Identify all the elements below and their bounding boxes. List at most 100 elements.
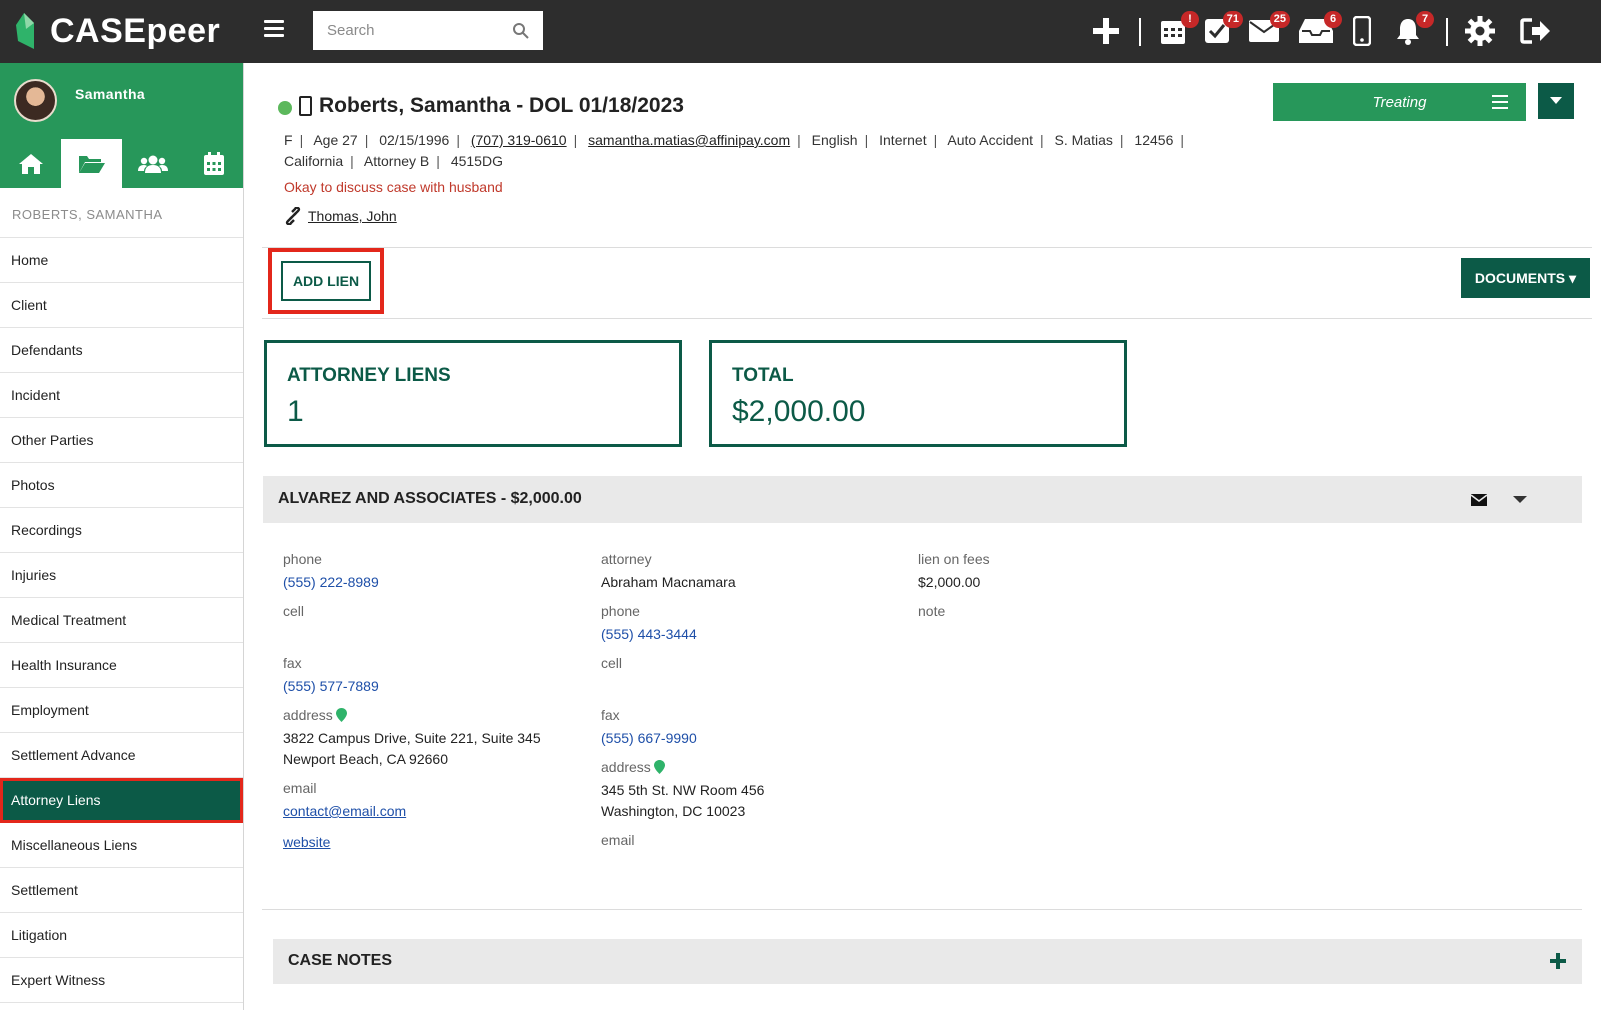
sidebar-item-litigation[interactable]: Litigation: [0, 913, 243, 958]
inbox-badge: 6: [1324, 11, 1342, 28]
firm-cell-label: cell: [283, 603, 305, 619]
total-label: TOTAL: [732, 365, 794, 386]
divider: [262, 247, 1592, 248]
meta-phone-link[interactable]: (707) 319-0610: [471, 132, 567, 148]
documents-button[interactable]: DOCUMENTS ▾: [1461, 258, 1590, 298]
attorney-liens-count: 1: [287, 395, 304, 428]
attorney-address-line2: Washington, DC 10023: [601, 803, 746, 819]
sidebar-item-settlement-advance[interactable]: Settlement Advance: [0, 733, 243, 778]
app-logo[interactable]: CASEpeer: [14, 8, 220, 54]
menu-icon[interactable]: [264, 20, 284, 38]
bell-icon[interactable]: 7: [1390, 11, 1434, 49]
messages-icon[interactable]: 25: [1246, 11, 1290, 49]
sidebar-item-recordings[interactable]: Recordings: [0, 508, 243, 553]
sidebar-item-medical-treatment[interactable]: Medical Treatment: [0, 598, 243, 643]
users-icon: [137, 155, 168, 173]
meta-attorney: Attorney B: [363, 153, 430, 169]
meta-age: Age 27: [313, 132, 358, 148]
sidebar-item-injuries[interactable]: Injuries: [0, 553, 243, 598]
page-title: Roberts, Samantha - DOL 01/18/2023: [319, 94, 684, 117]
sidebar-item-photos[interactable]: Photos: [0, 463, 243, 508]
messages-badge: 25: [1269, 11, 1290, 28]
sidebar-item-attorney-liens[interactable]: Attorney Liens: [0, 778, 243, 823]
sidebar-item-expert-witness[interactable]: Expert Witness: [0, 958, 243, 1003]
toolbar-divider: [1139, 18, 1141, 46]
sidebar-item-other-parties[interactable]: Other Parties: [0, 418, 243, 463]
caret-down-icon[interactable]: [1513, 496, 1527, 504]
case-alert-note: Okay to discuss case with husband: [284, 179, 503, 195]
tab-contacts[interactable]: [122, 139, 183, 188]
attorney-label: attorney: [601, 551, 652, 567]
lien-fee-details: lien on fees $2,000.00 note: [918, 551, 1218, 624]
gear-icon[interactable]: [1462, 13, 1498, 49]
tab-case-files[interactable]: [61, 139, 122, 188]
case-notes-header[interactable]: CASE NOTES: [273, 939, 1582, 984]
attorney-liens-label: ATTORNEY LIENS: [287, 365, 451, 386]
sidebar-item-miscellaneous-liens[interactable]: Miscellaneous Liens: [0, 823, 243, 868]
lien-header[interactable]: ALVAREZ AND ASSOCIATES - $2,000.00: [263, 476, 1582, 523]
sidebar-nav: Home Client Defendants Incident Other Pa…: [0, 238, 243, 1003]
envelope-icon[interactable]: [1471, 494, 1487, 506]
firm-fax-link[interactable]: (555) 577-7889: [283, 678, 379, 694]
total-value: $2,000.00: [732, 395, 866, 428]
map-marker-icon[interactable]: [653, 760, 665, 774]
sidebar-item-defendants[interactable]: Defendants: [0, 328, 243, 373]
tab-home[interactable]: [0, 139, 61, 188]
case-notes-title: CASE NOTES: [288, 952, 393, 969]
meta-case-type: Auto Accident: [947, 132, 1033, 148]
sidebar-tabs: [0, 139, 244, 188]
sidebar-item-health-insurance[interactable]: Health Insurance: [0, 643, 243, 688]
divider: [262, 909, 1582, 910]
tab-calendar[interactable]: [183, 139, 244, 188]
attorney-email-label: email: [601, 832, 635, 848]
sidebar-case-name: ROBERTS, SAMANTHA: [0, 188, 243, 238]
related-contact-link[interactable]: Thomas, John: [308, 208, 397, 224]
add-icon[interactable]: [1088, 13, 1124, 49]
mobile-icon: [299, 96, 312, 116]
avatar[interactable]: [14, 79, 57, 122]
attorney-name: Abraham Macnamara: [601, 574, 736, 590]
client-meta: F | Age 27 | 02/15/1996 | (707) 319-0610 | s…: [284, 132, 1184, 169]
firm-website-link[interactable]: website: [283, 834, 330, 850]
calendar-icon: [203, 151, 224, 175]
search-input[interactable]: [313, 11, 543, 50]
mobile-icon[interactable]: [1344, 13, 1380, 49]
calendar-icon[interactable]: !: [1155, 11, 1199, 49]
notifications-badge: 7: [1416, 11, 1434, 28]
list-icon: [1492, 95, 1508, 113]
lien-on-fees-value: $2,000.00: [918, 574, 981, 590]
firm-email-label: email: [283, 780, 317, 796]
status-dot: [278, 101, 292, 115]
top-bar: CASEpeer ! 71 25 6 7: [0, 0, 1601, 63]
lien-note-label: note: [918, 603, 946, 619]
add-note-icon[interactable]: [1546, 949, 1570, 973]
sidebar-item-settlement[interactable]: Settlement: [0, 868, 243, 913]
attorney-fax-link[interactable]: (555) 667-9990: [601, 730, 697, 746]
sidebar-item-client[interactable]: Client: [0, 283, 243, 328]
attorney-address-label: address: [601, 759, 651, 775]
lien-on-fees-label: lien on fees: [918, 551, 990, 567]
home-icon: [18, 153, 43, 174]
sidebar-item-home[interactable]: Home: [0, 238, 243, 283]
sidebar-item-incident[interactable]: Incident: [0, 373, 243, 418]
lien-firm-details: phone (555) 222-8989 cell fax (555) 577-…: [283, 551, 583, 853]
map-marker-icon[interactable]: [335, 708, 347, 722]
search-icon[interactable]: [512, 22, 530, 40]
sidebar-header: Samantha: [0, 63, 243, 188]
firm-email-link[interactable]: contact@email.com: [283, 803, 406, 819]
meta-state: California: [284, 153, 344, 169]
sidebar-item-employment[interactable]: Employment: [0, 688, 243, 733]
meta-dob: 02/15/1996: [379, 132, 450, 148]
status-dropdown-toggle[interactable]: [1538, 83, 1574, 119]
attorney-phone-link[interactable]: (555) 443-3444: [601, 626, 697, 642]
case-status-button[interactable]: Treating: [1273, 83, 1526, 121]
inbox-icon[interactable]: 6: [1298, 11, 1342, 49]
meta-email-link[interactable]: samantha.matias@affinipay.com: [588, 132, 790, 148]
add-lien-button[interactable]: ADD LIEN: [281, 261, 371, 301]
total-card: TOTAL $2,000.00: [709, 340, 1127, 447]
caret-down-icon: [1550, 97, 1562, 104]
firm-phone-link[interactable]: (555) 222-8989: [283, 574, 379, 590]
case-status-label: Treating: [1372, 93, 1427, 111]
tasks-icon[interactable]: 71: [1199, 11, 1243, 49]
logout-icon[interactable]: [1518, 13, 1554, 49]
